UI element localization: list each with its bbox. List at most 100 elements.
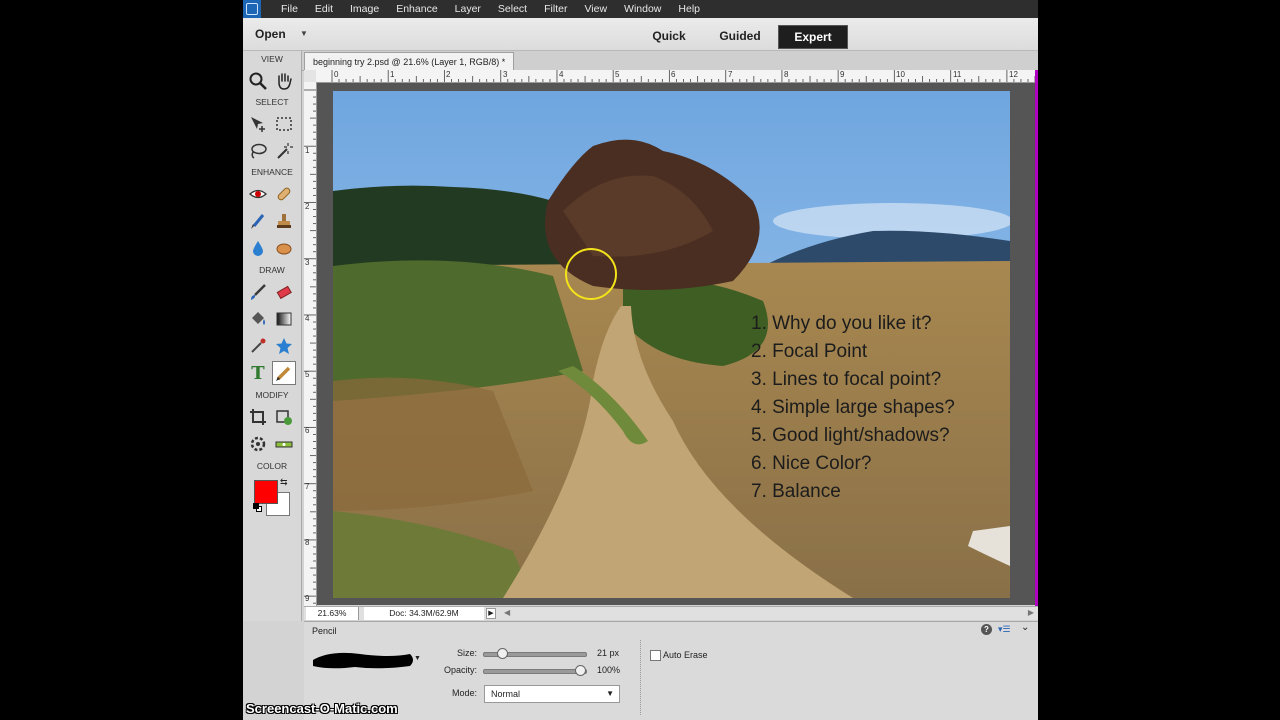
auto-erase-checkbox[interactable] [650,650,661,661]
zoom-tool[interactable] [246,69,270,93]
eyedropper-tool[interactable] [246,334,270,358]
horizontal-ruler: 0 1 2 3 4 5 6 7 8 9 10 11 12 [316,70,1036,83]
mode-label: Mode: [451,688,477,698]
opacity-slider-knob[interactable] [575,665,586,676]
vertical-ruler-ticks [304,89,316,604]
menu-help[interactable]: Help [678,3,700,15]
mode-select[interactable]: Normal ▼ [484,685,620,703]
hand-tool[interactable] [272,69,296,93]
pencil-icon [276,366,291,381]
quick-selection-tool[interactable] [272,139,296,163]
eraser-icon [276,285,292,300]
clone-stamp-tool[interactable] [272,209,296,233]
ruler-v-label: 1 [305,146,310,155]
zoom-readout[interactable]: 21.63% [306,607,359,620]
ruler-v-label: 6 [305,426,310,435]
ruler-h-label: 3 [503,70,508,79]
vertical-ruler: 1 2 3 4 5 6 7 8 9 [304,82,317,606]
eyedropper-icon [251,338,266,353]
brush-cursor-circle [565,248,617,300]
level-icon [275,441,293,448]
menu-select[interactable]: Select [498,3,527,15]
smart-brush-tool[interactable] [246,209,270,233]
menu-edit[interactable]: Edit [315,3,333,15]
open-button[interactable]: Open [255,27,286,41]
gradient-tool[interactable] [272,307,296,331]
tool-options-panel: Pencil ? ▾☰ ⌄ ▼ Size: 21 px Opacity: 100… [304,621,1038,720]
crop-icon [250,409,266,425]
paint-bucket-tool[interactable] [246,307,270,331]
opacity-value: 100% [597,665,621,675]
type-icon: T [251,362,265,384]
app-logo-icon[interactable] [243,0,261,18]
shape-icon [276,338,292,354]
menu-image[interactable]: Image [350,3,379,15]
menu-bar: File Edit Image Enhance Layer Select Fil… [243,0,1038,18]
collapse-chevron-icon[interactable]: ⌄ [1021,622,1029,633]
menu-filter[interactable]: Filter [544,3,567,15]
section-select-title: SELECT [255,97,289,107]
recompose-tool[interactable] [272,405,296,429]
panel-menu-icon[interactable]: ▾☰ [998,624,1011,635]
document-tab[interactable]: beginning try 2.psd @ 21.6% (Layer 1, RG… [304,52,515,71]
scroll-right-icon[interactable]: ▶ [1028,608,1034,617]
lasso-tool[interactable] [246,139,270,163]
menu-layer[interactable]: Layer [455,3,481,15]
document-size: Doc: 34.3M/62.9M [364,607,484,620]
ruler-h-label: 6 [671,70,676,79]
gear-icon [250,436,266,452]
lasso-icon [251,143,267,159]
horizontal-scrollbar[interactable]: ◀ ▶ [504,608,1034,618]
pencil-tool[interactable] [272,361,296,385]
ruler-h-label: 1 [390,70,395,79]
ruler-v-label: 3 [305,258,310,267]
content-aware-move-tool[interactable] [246,432,270,456]
open-dropdown-icon[interactable]: ▼ [300,29,308,38]
chevron-down-icon: ▼ [606,689,614,698]
sponge-tool[interactable] [272,236,296,260]
opacity-slider[interactable] [483,665,587,676]
overlay-text-list[interactable]: 1. Why do you like it? 2. Focal Point 3.… [751,310,955,506]
marquee-tool[interactable] [272,112,296,136]
size-slider-knob[interactable] [496,648,508,659]
menu-view[interactable]: View [584,3,607,15]
custom-shape-tool[interactable] [272,334,296,358]
brush-preview[interactable] [310,646,420,674]
crop-tool[interactable] [246,405,270,429]
size-label: Size: [456,648,477,658]
type-tool[interactable]: T [246,361,270,385]
canvas-area[interactable]: 1. Why do you like it? 2. Focal Point 3.… [317,83,1035,605]
vertical-scrollbar[interactable] [1035,70,1038,606]
section-enhance-title: ENHANCE [251,167,293,177]
eraser-tool[interactable] [272,280,296,304]
landscape-photo[interactable]: 1. Why do you like it? 2. Focal Point 3.… [333,91,1010,598]
ruler-h-label: 0 [334,70,339,79]
status-menu-arrow-icon[interactable]: ▶ [486,608,496,619]
help-icon[interactable]: ? [981,624,992,635]
opacity-label: Opacity: [443,665,477,675]
foreground-color-swatch[interactable] [254,480,278,504]
brush-tool[interactable] [246,280,270,304]
scroll-left-icon[interactable]: ◀ [504,608,510,617]
tab-quick[interactable]: Quick [638,25,700,47]
ruler-v-label: 9 [305,594,310,603]
tool-options-title: Pencil [312,626,337,636]
mode-select-value: Normal [491,689,521,699]
move-tool[interactable] [246,112,270,136]
blur-tool[interactable] [246,236,270,260]
straighten-tool[interactable] [272,432,296,456]
tab-guided[interactable]: Guided [708,25,772,47]
magic-wand-icon [277,143,293,159]
red-eye-tool[interactable] [246,182,270,206]
tab-expert[interactable]: Expert [778,25,848,49]
menu-window[interactable]: Window [624,3,661,15]
horizontal-ruler-ticks [331,70,1036,82]
spot-healing-tool[interactable] [272,182,296,206]
menu-file[interactable]: File [281,3,298,15]
menu-enhance[interactable]: Enhance [396,3,437,15]
status-bar: 21.63% Doc: 34.3M/62.9M ▶ ◀ ▶ [304,606,1038,620]
swap-colors-icon[interactable]: ⇆ [280,477,288,488]
default-colors-icon[interactable] [253,503,259,509]
brush-icon [251,284,266,300]
size-slider[interactable] [483,648,587,659]
